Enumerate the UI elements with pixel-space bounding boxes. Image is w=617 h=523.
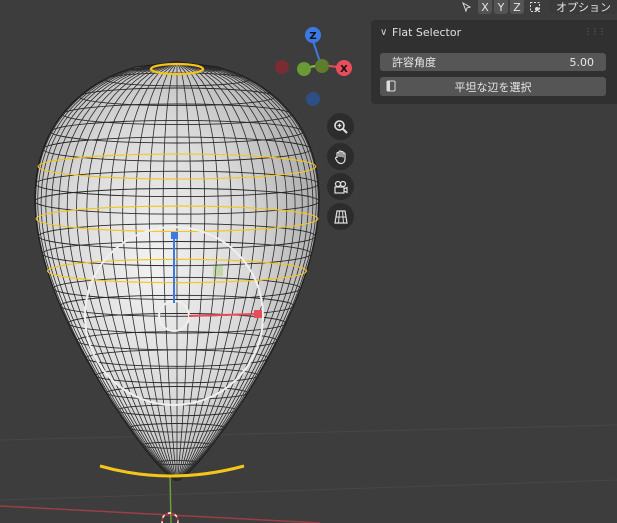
gizmo-neg-z-bubble[interactable] — [306, 92, 320, 106]
grid-icon — [333, 209, 348, 224]
pan-button[interactable] — [327, 143, 354, 170]
mirror-x-toggle[interactable]: X — [478, 0, 492, 14]
viewport-header: X Y Z オプション — [454, 0, 617, 14]
zoom-button[interactable] — [327, 113, 354, 140]
proportional-edit-icon[interactable] — [526, 0, 544, 14]
orientation-gizmo[interactable]: Z X — [275, 27, 352, 106]
tolerance-angle-label: 許容角度 — [392, 56, 436, 69]
tolerance-angle-value: 5.00 — [569, 55, 595, 69]
flat-selector-panel: ∨ Flat Selector ⋮⋮⋮ 許容角度 5.00 平坦な辺を選択 — [371, 20, 617, 104]
mirror-y-toggle[interactable]: Y — [494, 0, 508, 14]
gizmo-y-bubble[interactable] — [315, 59, 329, 73]
panel-title: Flat Selector — [392, 25, 462, 39]
gizmo-z-handle[interactable] — [171, 232, 178, 239]
gizmo-y-plane-handle[interactable] — [213, 266, 223, 276]
select-flat-edges-label: 平坦な辺を選択 — [454, 80, 532, 94]
operator-icon — [386, 80, 396, 92]
mirror-z-toggle[interactable]: Z — [510, 0, 524, 14]
gizmo-neg-x-bubble[interactable] — [275, 60, 289, 74]
zoom-icon — [333, 119, 348, 134]
drag-grip-icon[interactable]: ⋮⋮⋮ — [584, 27, 606, 36]
egg-mesh[interactable] — [34, 61, 320, 481]
floor-grid — [0, 424, 617, 501]
snap-icon[interactable] — [458, 0, 476, 14]
x-axis-floor-line — [0, 505, 321, 523]
y-axis-floor-line — [169, 474, 172, 523]
gizmo-x-label: X — [340, 64, 348, 75]
gizmo-z-label: Z — [309, 31, 316, 42]
options-menu[interactable]: オプション — [550, 0, 617, 14]
collapse-chevron-icon[interactable]: ∨ — [380, 27, 392, 38]
gizmo-neg-y-bubble[interactable] — [297, 62, 311, 76]
projection-toggle-button[interactable] — [327, 203, 354, 230]
panel-header[interactable]: ∨ Flat Selector — [371, 20, 617, 44]
select-flat-edges-button[interactable]: 平坦な辺を選択 — [380, 77, 606, 96]
gizmo-x-handle[interactable] — [254, 310, 262, 318]
camera-view-button[interactable] — [327, 173, 354, 200]
camera-icon — [333, 180, 348, 194]
hand-icon — [334, 149, 346, 164]
tolerance-angle-field[interactable]: 許容角度 5.00 — [380, 53, 606, 71]
